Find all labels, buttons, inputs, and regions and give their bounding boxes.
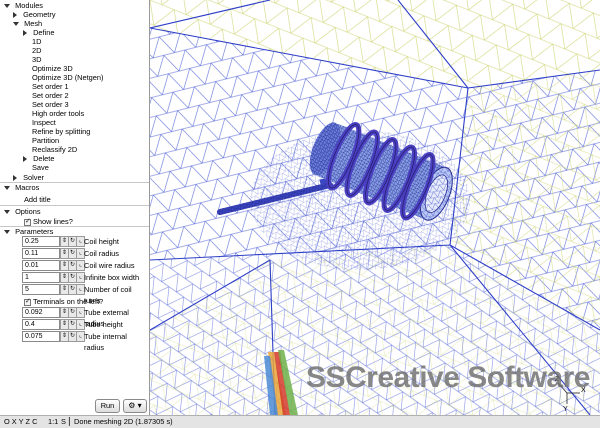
collapsed-arrow-icon[interactable] (23, 156, 27, 163)
tree-mesh-partition[interactable]: Partition (32, 136, 59, 145)
s-button[interactable]: S (61, 416, 66, 428)
tree-mesh-delete[interactable]: Delete (23, 154, 54, 163)
tree-mesh-set-order-3[interactable]: Set order 3 (32, 100, 69, 109)
param-value-field[interactable]: 0.4 (22, 319, 60, 330)
expanded-arrow-icon[interactable] (4, 186, 10, 191)
tree-mesh-reclassify[interactable]: Reclassify 2D (32, 145, 77, 154)
checkbox-checked-icon[interactable] (24, 217, 31, 226)
tree-solver[interactable]: Solver (13, 173, 44, 182)
param-infinite-box-width: 1 ⇕ ↻ ⌞ Infinite box width (22, 272, 147, 283)
axis-z-label: Z (555, 376, 560, 383)
param-value-field[interactable]: 0.25 (22, 236, 60, 247)
gear-dropdown-button[interactable]: ⚙ ▾ (123, 399, 147, 413)
tree-mesh-optimize-3d[interactable]: Optimize 3D (32, 64, 73, 73)
collapsed-arrow-icon[interactable] (13, 12, 17, 19)
app-window: Modules Geometry Mesh Define 1D 2D 3D Op… (0, 0, 600, 428)
param-value-field[interactable]: 0.092 (22, 307, 60, 318)
param-label: Coil radius (84, 249, 119, 258)
tree-mesh[interactable]: Mesh (13, 19, 42, 28)
tree-mesh-save[interactable]: Save (32, 163, 49, 172)
collapsed-arrow-icon[interactable] (23, 30, 27, 37)
view-buttons[interactable]: O X Y Z C (4, 416, 37, 428)
param-label: Tube height (84, 320, 123, 329)
param-label: Infinite box width (84, 273, 140, 282)
tree-mesh-2d[interactable]: 2D (32, 46, 41, 55)
tree-parameters[interactable]: Parameters (4, 227, 53, 236)
tree-mesh-set-order-1[interactable]: Set order 1 (32, 82, 69, 91)
param-value-field[interactable]: 5 (22, 284, 60, 295)
param-label: Coil wire radius (84, 261, 135, 270)
mesh-view: Z X Y (150, 0, 600, 415)
module-tree-panel: Modules Geometry Mesh Define 1D 2D 3D Op… (0, 0, 150, 415)
tree-mesh-set-order-2[interactable]: Set order 2 (32, 91, 69, 100)
param-label: Tube internal radius (84, 332, 127, 352)
graphics-viewport[interactable]: Z X Y SSCreative Software (150, 0, 600, 415)
status-message: Done meshing 2D (1.87305 s) (74, 417, 173, 426)
param-tube-internal-radius: 0.075 ⇕ ↻ ⌞ Tube internal radius (22, 331, 147, 352)
expanded-arrow-icon[interactable] (4, 4, 10, 9)
param-value-field[interactable]: 0.11 (22, 248, 60, 259)
param-tube-external-radius: 0.092 ⇕ ↻ ⌞ Tube external radius (22, 307, 147, 328)
expanded-arrow-icon[interactable] (4, 210, 10, 215)
param-value-field[interactable]: 1 (22, 272, 60, 283)
axis-y-label: Y (563, 406, 568, 413)
status-bar: O X Y Z C 1:1 S ▏ Done meshing 2D (1.873… (0, 415, 600, 428)
divider (0, 205, 149, 206)
tree-mesh-3d[interactable]: 3D (32, 55, 41, 64)
tree-mesh-refine[interactable]: Refine by splitting (32, 127, 90, 136)
tree-mesh-inspect[interactable]: Inspect (32, 118, 56, 127)
tree-macros[interactable]: Macros (4, 183, 39, 192)
tree-mesh-define[interactable]: Define (23, 28, 54, 37)
param-coil-wire-radius: 0.01 ⇕ ↻ ⌞ Coil wire radius (22, 260, 147, 271)
expanded-arrow-icon[interactable] (13, 22, 19, 27)
axis-x-label: X (581, 387, 586, 394)
param-coil-radius: 0.11 ⇕ ↻ ⌞ Coil radius (22, 248, 147, 259)
expanded-arrow-icon[interactable] (4, 230, 10, 235)
tree-add-title[interactable]: Add title (24, 195, 51, 204)
tree-geometry[interactable]: Geometry (13, 10, 56, 19)
tree-mesh-optimize-netgen[interactable]: Optimize 3D (Netgen) (32, 73, 103, 82)
tree-mesh-1d[interactable]: 1D (32, 37, 41, 46)
tree-modules[interactable]: Modules (4, 1, 43, 10)
run-bar: Run ⚙ ▾ (0, 396, 149, 415)
param-value-field[interactable]: 0.075 (22, 331, 60, 342)
scale-button[interactable]: 1:1 (48, 416, 58, 428)
checkbox-checked-icon[interactable] (24, 297, 31, 306)
param-label: Coil height (84, 237, 119, 246)
param-value-field[interactable]: 0.01 (22, 260, 60, 271)
run-button[interactable]: Run (95, 399, 120, 413)
param-number-of-coil-turns: 5 ⇕ ↻ ⌞ Number of coil turns (22, 284, 147, 305)
collapsed-arrow-icon[interactable] (13, 175, 17, 182)
tree-options[interactable]: Options (4, 207, 41, 216)
param-tube-height: 0.4 ⇕ ↻ ⌞ Tube height (22, 319, 147, 330)
param-coil-height: 0.25 ⇕ ↻ ⌞ Coil height (22, 236, 147, 247)
tree-mesh-high-order-tools[interactable]: High order tools (32, 109, 84, 118)
terminals-on-left-checkbox[interactable]: Terminals on the left? (24, 297, 103, 306)
show-lines-checkbox[interactable]: Show lines? (24, 217, 73, 226)
